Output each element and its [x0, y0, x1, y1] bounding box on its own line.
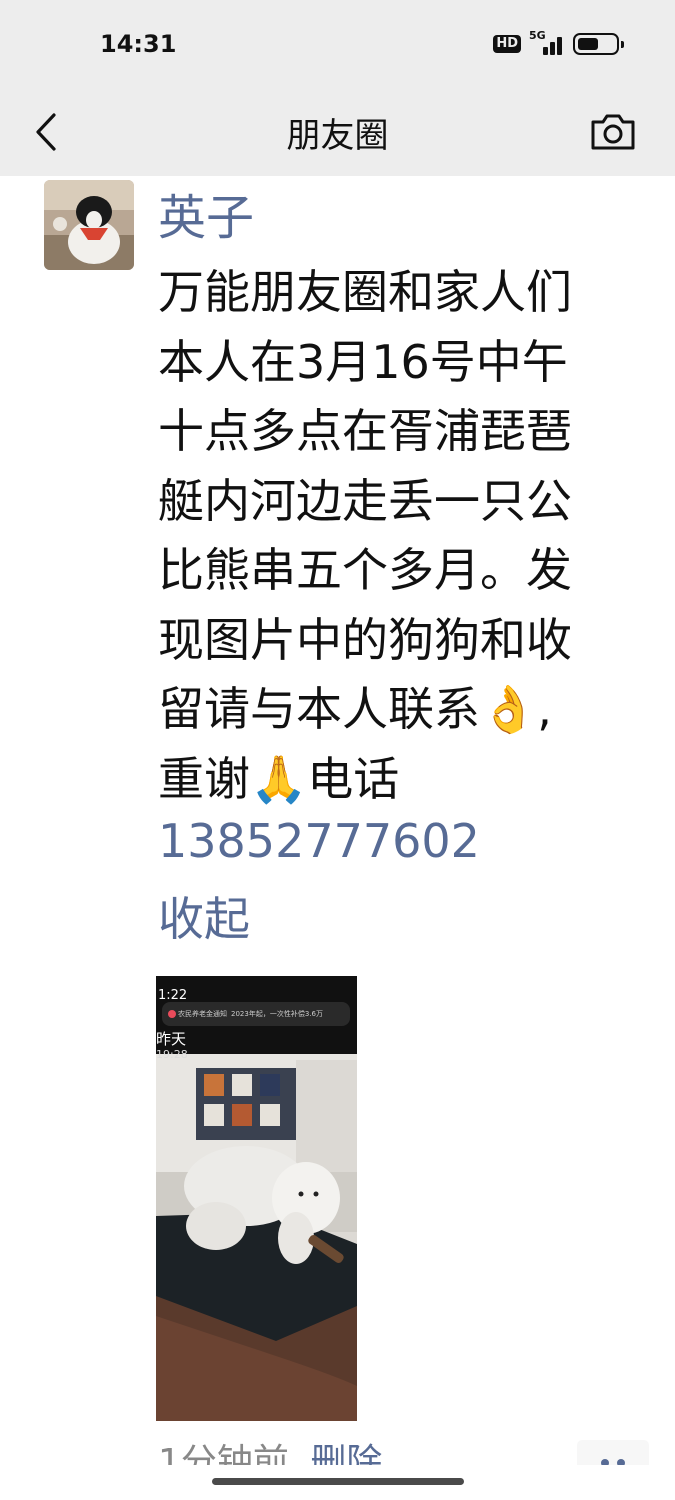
network-label: 5G	[529, 29, 546, 42]
image-clock: 19:28	[156, 1048, 188, 1061]
hd-icon: HD	[493, 35, 521, 53]
image-status-time: 1:22	[158, 988, 188, 1003]
image-notification: 农民养老金通知 2023年起，一次性补偿3.6万	[162, 1002, 350, 1026]
post-text: 万能朋友圈和家人们 本人在3月16号中午 十点多点在胥浦琵琶 艇内河边走丢一只公…	[158, 265, 572, 806]
avatar-dog-image	[44, 180, 134, 270]
battery-icon	[573, 33, 624, 55]
status-icons: HD 5G	[493, 29, 624, 55]
home-indicator[interactable]	[212, 1478, 464, 1485]
post-author[interactable]: 英子	[158, 188, 254, 248]
page-title: 朋友圈	[286, 116, 389, 156]
image-notice-detail: 2023年起，一次性补偿3.6万	[231, 1010, 323, 1018]
camera-icon	[591, 114, 635, 150]
signal-5g-icon: 5G	[529, 29, 565, 55]
camera-button[interactable]	[588, 102, 638, 162]
post-image[interactable]: 1:22 农民养老金通知 2023年起，一次性补偿3.6万 昨天 19:28	[156, 976, 357, 1421]
avatar[interactable]	[44, 180, 134, 270]
image-day-label: 昨天	[156, 1030, 187, 1048]
nav-bar: 朋友圈	[0, 88, 675, 176]
image-notice-title: 农民养老金通知	[178, 1010, 227, 1018]
status-bar: 14:31 HD 5G	[0, 0, 675, 88]
collapse-link[interactable]: 收起	[158, 886, 250, 952]
status-time: 14:31	[100, 30, 177, 58]
phone-link[interactable]: 13852777602	[158, 808, 480, 874]
dog-photo	[156, 976, 357, 1421]
